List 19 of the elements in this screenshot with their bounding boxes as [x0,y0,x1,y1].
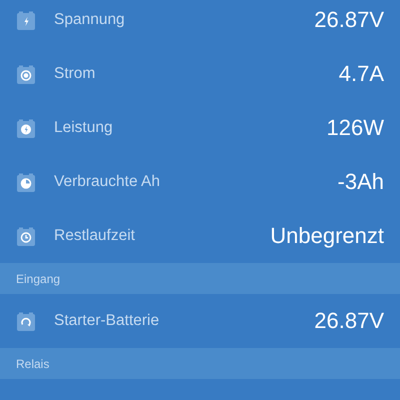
row-value: 26.87V [314,308,384,334]
row-label: Spannung [54,11,126,29]
section-title: Eingang [16,272,60,286]
row-label: Strom [54,65,96,83]
row-label: Leistung [54,119,114,137]
section-title: Relais [16,356,50,370]
refresh-icon [17,312,35,330]
row-value: -3Ah [338,169,384,195]
clock-icon [17,226,35,246]
target-icon [17,64,35,84]
row-value: 26.87V [314,7,384,33]
row-value: Unbegrenzt [270,223,384,249]
bolt-icon [17,118,35,138]
row-label: Starter-Batterie [54,312,160,330]
row-value: 4.7A [338,61,384,87]
row-value: 126W [326,115,384,141]
row-label: Restlaufzeit [54,227,136,245]
row-label: Verbrauchte Ah [54,173,161,191]
bolt-icon [17,10,35,30]
